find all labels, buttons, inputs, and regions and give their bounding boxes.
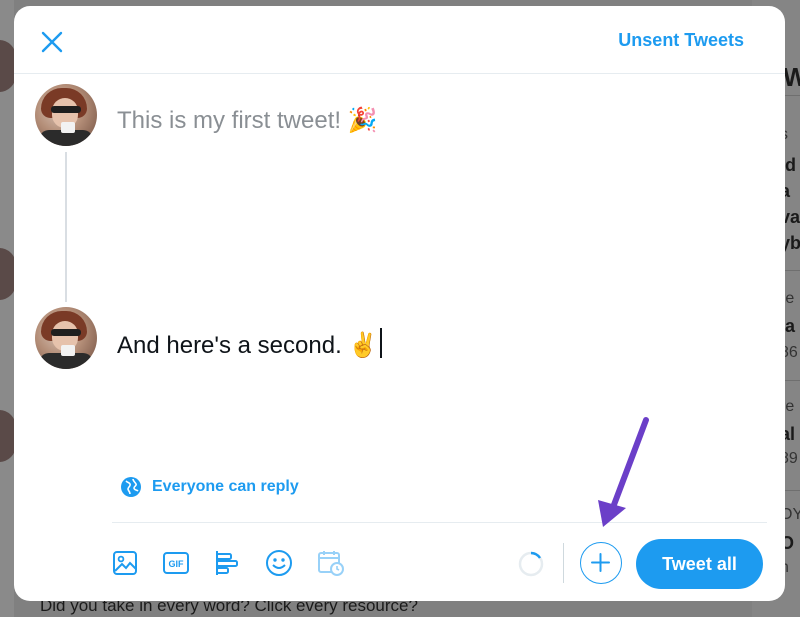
image-icon (113, 551, 137, 575)
add-gif-button[interactable]: GIF (161, 548, 191, 578)
close-button[interactable] (34, 24, 70, 60)
plus-icon (591, 553, 610, 572)
unsent-tweets-button[interactable]: Unsent Tweets (618, 30, 744, 51)
globe-icon (121, 477, 141, 497)
toolbar-separator (563, 543, 564, 583)
schedule-button[interactable] (316, 548, 346, 578)
close-icon (41, 31, 63, 53)
reply-setting-label: Everyone can reply (152, 478, 299, 495)
thread-connector-line (65, 152, 67, 302)
gif-label: GIF (169, 559, 185, 569)
avatar (35, 84, 97, 146)
avatar (35, 307, 97, 369)
modal-header: Unsent Tweets (14, 6, 785, 74)
add-poll-button[interactable] (213, 548, 243, 578)
background-left-column (0, 0, 14, 617)
progress-ring-icon (518, 551, 544, 577)
character-counter (518, 551, 544, 577)
schedule-icon (318, 551, 344, 576)
toolbar-divider (112, 522, 767, 523)
tweet-input[interactable]: And here's a second. ✌️ (117, 328, 383, 360)
gif-icon: GIF (163, 552, 189, 574)
poll-icon (216, 551, 238, 575)
tweet-input[interactable]: This is my first tweet! 🎉 (117, 106, 378, 135)
text-cursor (380, 328, 383, 358)
tweet-text: And here's a second. ✌️ (117, 332, 379, 359)
add-tweet-button[interactable] (580, 542, 622, 584)
add-emoji-button[interactable] (264, 548, 294, 578)
emoji-icon (266, 550, 292, 576)
background-fragment: W (783, 62, 800, 92)
compose-thread-modal: Unsent Tweets This is my first tweet! 🎉 … (14, 6, 785, 601)
add-media-button[interactable] (110, 548, 140, 578)
reply-setting-button[interactable]: Everyone can reply (120, 476, 299, 498)
tweet-all-button[interactable]: Tweet all (636, 539, 763, 589)
